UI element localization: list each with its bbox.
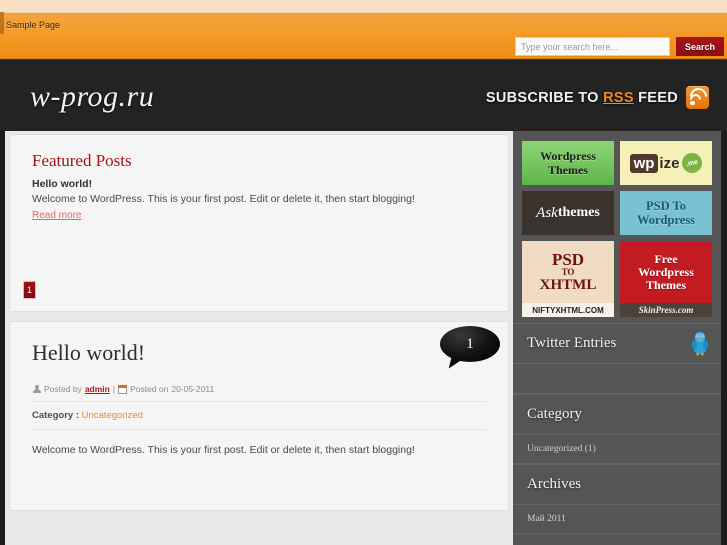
ad-wpize-wp: wp bbox=[629, 153, 659, 173]
widget-archives: Archives Май 2011 bbox=[513, 464, 721, 534]
post-date: 20-05-2011 bbox=[171, 384, 215, 394]
rss-icon bbox=[686, 84, 711, 109]
widget-category: Category Uncategorized (1) bbox=[513, 394, 721, 464]
ad-askthemes[interactable]: Ask themes bbox=[522, 191, 614, 235]
primary-nav: Sample Page bbox=[0, 12, 727, 34]
ad-psd-to-xhtml-body: PSD TO XHTML bbox=[522, 241, 614, 303]
rss-icon-arc-outer bbox=[686, 84, 711, 109]
rss-subscribe-link[interactable]: SUBSCRIBE TO RSS FEED bbox=[486, 84, 711, 109]
widget-twitter-header: Twitter Entries bbox=[513, 324, 721, 364]
ad-psd-to-xhtml[interactable]: PSD TO XHTML NIFTYXHTML.COM bbox=[522, 241, 614, 317]
page-edge-right bbox=[721, 131, 727, 545]
pagination-page-1[interactable]: 1 bbox=[23, 281, 36, 299]
ad-psd-to-xhtml-line3: XHTML bbox=[539, 276, 597, 293]
meta-separator: | bbox=[112, 384, 116, 394]
featured-post-title[interactable]: Hello world! bbox=[32, 177, 486, 192]
calendar-icon bbox=[118, 384, 128, 394]
ad-wordpress-themes[interactable]: Wordpress Themes bbox=[522, 141, 614, 185]
comment-count: 1 bbox=[466, 335, 474, 352]
ad-wordpress-themes-line1: Wordpress bbox=[540, 149, 596, 163]
post-meta: Posted by admin | Posted on 20-05-2011 bbox=[32, 384, 486, 402]
post-body: Welcome to WordPress. This is your first… bbox=[32, 444, 415, 456]
page-body: Featured Posts Hello world! Welcome to W… bbox=[0, 131, 727, 545]
ad-psd-to-xhtml-footer: NIFTYXHTML.COM bbox=[522, 303, 614, 317]
posted-by-label: Posted by bbox=[44, 384, 82, 394]
post-category-row: Category : Uncategorized bbox=[32, 402, 486, 430]
twitter-bird-icon bbox=[691, 332, 709, 356]
search-button[interactable]: Search bbox=[676, 37, 724, 56]
widget-twitter-title: Twitter Entries bbox=[527, 335, 617, 351]
post-inner: 1 Hello world! Posted by admin | Posted … bbox=[10, 322, 508, 456]
widget-category-title: Category bbox=[527, 406, 582, 422]
ad-free-wp-line1: Free bbox=[654, 251, 678, 266]
ad-psd-to-wordpress-line1: PSD To bbox=[646, 199, 686, 213]
featured-post-excerpt: Welcome to WordPress. This is your first… bbox=[32, 193, 415, 205]
sidebar-ads: Wordpress Themes wp ize .me Ask themes PSD … bbox=[513, 131, 721, 323]
post-category-link[interactable]: Uncategorized bbox=[82, 410, 143, 421]
ad-wpize-ize: ize bbox=[659, 154, 680, 172]
sidebar: Wordpress Themes wp ize .me Ask themes PSD … bbox=[513, 131, 721, 545]
post-title[interactable]: Hello world! bbox=[32, 340, 486, 366]
nav-item-sample-page[interactable]: Sample Page bbox=[0, 15, 66, 33]
ad-free-wordpress-themes-body: Free Wordpress Themes bbox=[620, 241, 712, 303]
search-input[interactable] bbox=[515, 37, 670, 56]
comment-count-bubble[interactable]: 1 bbox=[440, 326, 500, 362]
ad-wpize-me: .me bbox=[680, 151, 705, 175]
site-title[interactable]: w-prog.ru bbox=[30, 80, 154, 114]
ad-askthemes-themes: themes bbox=[557, 205, 600, 220]
rss-label-suffix: FEED bbox=[633, 89, 678, 106]
post-author-link[interactable]: admin bbox=[85, 384, 110, 394]
widget-archives-header: Archives bbox=[513, 465, 721, 505]
featured-post-item: Hello world! Welcome to WordPress. This … bbox=[10, 177, 508, 223]
featured-posts-panel: Featured Posts Hello world! Welcome to W… bbox=[9, 134, 509, 312]
post-panel: 1 Hello world! Posted by admin | Posted … bbox=[9, 321, 509, 511]
ad-psd-to-wordpress[interactable]: PSD To Wordpress bbox=[620, 191, 712, 235]
archives-item-may-2011[interactable]: Май 2011 bbox=[513, 505, 721, 534]
user-icon bbox=[32, 384, 41, 394]
ad-free-wp-line3: Themes bbox=[646, 277, 686, 292]
search-band: Search bbox=[0, 34, 727, 59]
ad-wordpress-themes-line2: Themes bbox=[547, 163, 588, 177]
ad-psd-to-wordpress-line2: Wordpress bbox=[636, 213, 696, 227]
ad-free-wp-footer: SkinPress.com bbox=[620, 303, 712, 317]
read-more-link[interactable]: Read more bbox=[32, 208, 81, 223]
ad-free-wp-line2: Wordpress bbox=[638, 264, 694, 279]
nav-menu: Sample Page bbox=[0, 13, 727, 34]
nav-link-sample-page[interactable]: Sample Page bbox=[6, 20, 60, 30]
rss-subscribe-label: SUBSCRIBE TO RSS FEED bbox=[486, 90, 678, 106]
ad-askthemes-ask: Ask bbox=[536, 204, 558, 221]
search-form: Search bbox=[515, 37, 724, 56]
ad-wpize[interactable]: wp ize .me bbox=[620, 141, 712, 185]
featured-pagination: 1 bbox=[23, 281, 36, 299]
featured-posts-heading: Featured Posts bbox=[32, 151, 132, 170]
widget-category-header: Category bbox=[513, 395, 721, 435]
top-strip bbox=[0, 0, 727, 12]
category-item-uncategorized[interactable]: Uncategorized (1) bbox=[513, 435, 721, 464]
site-header: w-prog.ru SUBSCRIBE TO RSS FEED bbox=[0, 59, 727, 131]
posted-on-label: Posted on bbox=[130, 384, 169, 394]
ad-psd-to-xhtml-line1: PSD bbox=[551, 249, 585, 269]
post-category-label: Category : bbox=[32, 410, 79, 421]
widget-archives-title: Archives bbox=[527, 476, 582, 492]
page-edge-left bbox=[0, 131, 5, 545]
ad-free-wordpress-themes[interactable]: Free Wordpress Themes SkinPress.com bbox=[620, 241, 712, 317]
rss-label-highlight: RSS bbox=[603, 89, 634, 106]
widget-twitter: Twitter Entries bbox=[513, 323, 721, 394]
widget-twitter-body bbox=[513, 364, 721, 394]
rss-label-prefix: SUBSCRIBE TO bbox=[485, 89, 604, 106]
